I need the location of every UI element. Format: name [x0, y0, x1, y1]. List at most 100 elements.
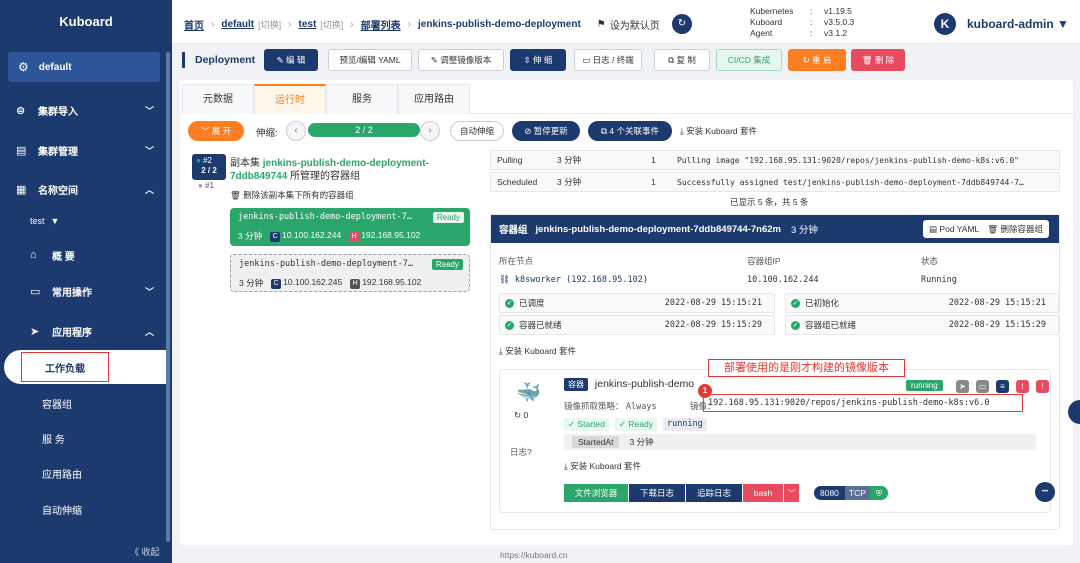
pod-detail-age: 3 分钟 — [791, 225, 818, 236]
sidebar-item-cluster-manage[interactable]: ▤ 集群管理 ﹀ — [0, 136, 172, 164]
chevron-down-icon[interactable]: ﹀ — [783, 484, 799, 502]
scale-button[interactable]: ⇳ 伸 缩 — [510, 49, 566, 71]
expand-button[interactable]: ﹀ 展 开 — [188, 121, 244, 141]
event-reason: Pulling — [497, 155, 523, 165]
pod-yaml-button[interactable]: ▤ Pod YAML — [929, 224, 979, 234]
delete-button[interactable]: 🗑 删 除 — [851, 49, 905, 71]
chevron-down-icon: ﹀ — [144, 145, 154, 156]
sidebar-item-label: 自动伸缩 — [42, 505, 82, 517]
pin-icon[interactable]: ⚑ — [597, 19, 606, 30]
copy-button[interactable]: ⧉ 复 制 — [654, 49, 710, 71]
database-icon[interactable]: ≡ — [996, 380, 1009, 393]
pod-card[interactable]: jenkins-publish-demo-deployment-7… Ready… — [230, 254, 470, 292]
set-default-link[interactable]: 设为默认页 — [610, 17, 660, 32]
breadcrumb-home[interactable]: 首页 — [184, 17, 204, 32]
node-link[interactable]: ⛓ k8sworker (192.168.95.102) — [499, 275, 648, 285]
alert-icon[interactable]: ! — [1016, 380, 1029, 393]
help-icon[interactable]: ? — [527, 447, 532, 457]
namespace-dropdown[interactable]: test ▼ — [0, 208, 172, 234]
restart-count-value: 0 — [523, 410, 529, 420]
edit-button[interactable]: ✎ 编 辑 — [264, 49, 318, 71]
breadcrumb-namespace[interactable]: test — [298, 19, 316, 30]
breadcrumb-deployments[interactable]: 部署列表 — [361, 17, 401, 32]
refresh-icon[interactable]: ↻ — [672, 14, 692, 34]
namespace-selector[interactable]: ⚙ default — [8, 52, 160, 82]
sidebar-scrollbar[interactable] — [166, 52, 170, 542]
avatar[interactable]: K — [934, 13, 956, 35]
pause-icon: ⊘ — [524, 126, 534, 136]
delete-all-pods-link[interactable]: 🗑 删除该副本集下所有的容器组 — [230, 189, 354, 201]
replicaset-title: 副本集 jenkins-publish-demo-deployment-7ddb… — [230, 157, 470, 183]
pod-card[interactable]: jenkins-publish-demo-deployment-7… Ready… — [230, 208, 470, 246]
tab-ingress[interactable]: 应用路由 — [398, 84, 470, 114]
condition-label: 已调度 — [519, 298, 545, 308]
logs-terminal-button[interactable]: ▭ 日志 / 终端 — [574, 49, 642, 71]
scale-increase-button[interactable]: › — [420, 121, 440, 141]
pod-actions: ▤ Pod YAML 🗑 删除容器组 — [923, 220, 1049, 238]
sidebar-item-common-ops[interactable]: ▭ 常用操作 ﹀ — [0, 277, 172, 305]
more-actions-button[interactable]: ••• — [1035, 482, 1055, 502]
container-image-value: 192.168.95.131:9020/repos/jenkins-publis… — [703, 394, 1023, 412]
switch-cluster-link[interactable]: [切换] — [258, 18, 281, 31]
send-icon[interactable]: ➤ — [956, 380, 969, 393]
adjust-image-button[interactable]: ✎ 调整镜像版本 — [418, 49, 504, 71]
replicaset-badge[interactable]: ● #2 2 / 2 — [192, 154, 226, 180]
install-kuboard-link[interactable]: ⤓ 安装 Kuboard 套件 — [564, 460, 641, 472]
sidebar-item-pods[interactable]: 容器组 — [0, 390, 172, 416]
bash-button[interactable]: bash — [743, 484, 783, 502]
main-panel: 元数据 运行时 服务 应用路由 ﹀ 展 开 伸缩: ‹ 2 / 2 › 自动伸缩… — [180, 80, 1073, 545]
event-row: Scheduled 3 分钟 1 Successfully assigned t… — [490, 172, 1060, 192]
expose-icon[interactable]: ⛨ — [869, 486, 889, 500]
autoscale-button[interactable]: 自动伸缩 — [450, 121, 504, 141]
status-value: Running — [921, 275, 957, 285]
archive-icon[interactable]: ▭ — [976, 380, 989, 393]
yaml-button[interactable]: 预览/编辑 YAML — [328, 49, 412, 71]
user-menu[interactable]: kuboard-admin ▼ — [967, 17, 1069, 31]
status-badge: Ready — [432, 212, 464, 223]
old-revision[interactable]: ● #1 — [198, 181, 214, 190]
pod-age: 3 分钟 — [239, 278, 264, 288]
sidebar-item-overview[interactable]: ⌂ 概 要 — [0, 241, 172, 269]
sidebar-item-services[interactable]: 服 务 — [0, 425, 172, 451]
tab-bar: 元数据 运行时 服务 应用路由 — [180, 84, 1073, 114]
related-events-button[interactable]: ⧉ 4 个关联事件 — [588, 121, 672, 141]
container-actions: 文件浏览器 下载日志 追踪日志 bash ﹀ — [564, 484, 799, 502]
collapse-sidebar-button[interactable]: 《 收起 — [130, 545, 160, 558]
install-kuboard-link[interactable]: ⤓ 安装 Kuboard 套件 — [680, 125, 757, 137]
namespace-dropdown-value: test — [30, 216, 45, 226]
trace-logs-button[interactable]: 追踪日志 — [686, 484, 742, 502]
footer-url: https://kuboard.cn — [500, 550, 568, 560]
breadcrumb-cluster[interactable]: default — [221, 19, 254, 30]
sidebar-item-workloads[interactable]: 工作负载 — [21, 352, 109, 382]
sidebar-item-label: 集群导入 — [38, 106, 78, 118]
scale-decrease-button[interactable]: ‹ — [286, 121, 306, 141]
status-badge: Ready — [431, 259, 463, 270]
pod-ip: 10.100.162.244 — [282, 230, 342, 240]
container-tag: 容器 — [564, 378, 588, 391]
pod-name: jenkins-publish-demo-deployment-7… — [239, 259, 413, 269]
sidebar-item-autoscale[interactable]: 自动伸缩 — [0, 496, 172, 522]
sidebar-item-applications[interactable]: ➤ 应用程序 ︿ — [0, 317, 172, 345]
button-label: 展 开 — [211, 126, 232, 136]
tab-services[interactable]: 服务 — [326, 84, 398, 114]
file-browser-button[interactable]: 文件浏览器 — [564, 484, 628, 502]
sidebar-item-cluster-import[interactable]: ⊜ 集群导入 ﹀ — [0, 96, 172, 124]
sidebar-item-namespace[interactable]: ▦ 名称空间 ︿ — [0, 175, 172, 203]
download-logs-button[interactable]: 下载日志 — [629, 484, 685, 502]
delete-pod-button[interactable]: 🗑 删除容器组 — [987, 224, 1043, 234]
sidebar-item-ingress[interactable]: 应用路由 — [0, 460, 172, 486]
started-at-label: StartedAt — [572, 436, 620, 448]
pause-update-button[interactable]: ⊘ 暂停更新 — [512, 121, 580, 141]
install-kuboard-link[interactable]: ⤓ 安装 Kuboard 套件 — [499, 345, 576, 357]
cicd-button[interactable]: CI/CD 集成 — [716, 49, 782, 71]
condition-time: 2022-08-29 15:15:21 — [664, 298, 762, 308]
tab-runtime[interactable]: 运行时 — [254, 84, 326, 114]
started-at-row: StartedAt 3 分钟 — [564, 434, 1036, 450]
restart-button[interactable]: ↻ 重 启 — [788, 49, 846, 71]
alert-icon[interactable]: ! — [1036, 380, 1049, 393]
container-ip-icon: C — [271, 279, 282, 289]
switch-namespace-link[interactable]: [切换] — [320, 18, 343, 31]
host-ip: 192.168.95.102 — [361, 230, 421, 240]
chevron-down-icon: ﹀ — [200, 126, 212, 136]
tab-metadata[interactable]: 元数据 — [182, 84, 254, 114]
